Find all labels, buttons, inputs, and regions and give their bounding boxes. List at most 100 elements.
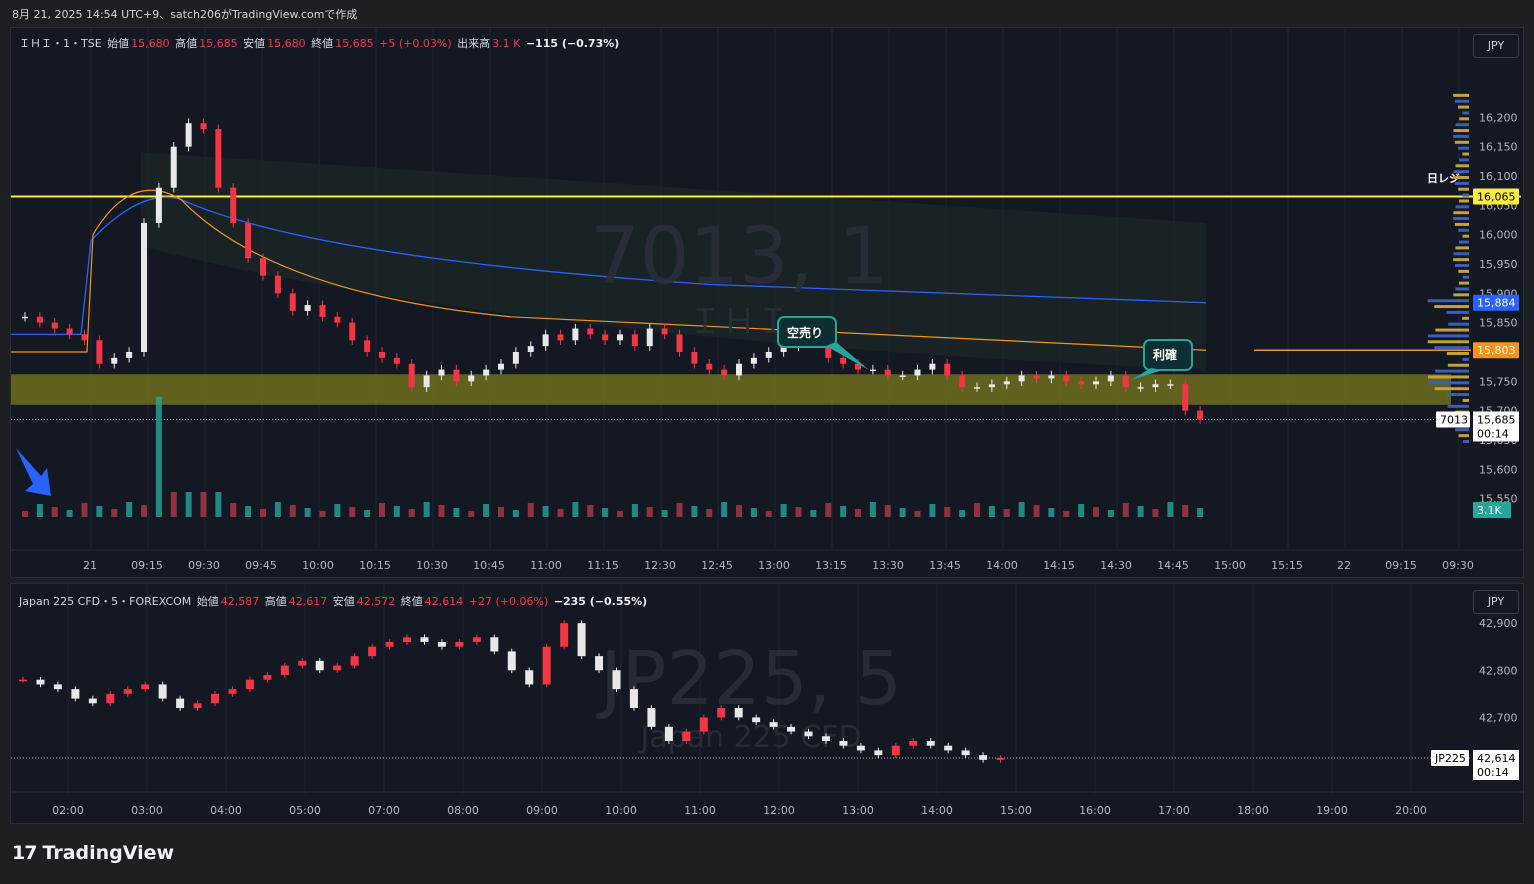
- ihi-volume-profile-bar: [1427, 299, 1469, 303]
- ihi-x-tick: 15:00: [1214, 559, 1246, 572]
- jp225-close: 42,614: [424, 595, 464, 608]
- jp225-watermark: JP225, 5: [596, 636, 902, 722]
- ihi-candle-body: [185, 123, 192, 147]
- ihi-low-label: 安値: [243, 37, 266, 50]
- ihi-volume-bar: [706, 509, 713, 517]
- ihi-candle-body: [379, 352, 385, 358]
- jp225-symbol[interactable]: Japan 225 CFD・5・FOREXCOM: [19, 595, 191, 608]
- jp225-high: 42,617: [288, 595, 328, 608]
- ihi-x-tick: 09:15: [1385, 559, 1417, 572]
- jp225-candle-body: [176, 698, 185, 708]
- ihi-candle-body: [988, 384, 995, 388]
- ihi-symbol[interactable]: ＩＨＩ・1・TSE: [19, 37, 102, 50]
- ihi-candle-body: [1093, 381, 1099, 385]
- tradingview-logo[interactable]: 17 TradingView: [12, 842, 174, 864]
- ihi-candle-body: [959, 375, 966, 388]
- ihi-tag-ma: 15,803: [1477, 344, 1516, 357]
- ihi-candle-body: [587, 328, 594, 335]
- ihi-volume-bar: [959, 510, 966, 517]
- ihi-change: +5 (+0.03%): [379, 37, 452, 50]
- ihi-volume-bar: [602, 508, 609, 517]
- ihi-x-tick: 11:00: [530, 559, 562, 572]
- ihi-volume-bar: [691, 506, 698, 517]
- ihi-volume-bar: [765, 511, 772, 517]
- ihi-volume-profile-bar: [1458, 105, 1469, 109]
- ihi-volume-profile-bar: [1458, 228, 1469, 232]
- ihi-support-zone: [11, 374, 1451, 405]
- ihi-volume-bar: [438, 505, 445, 517]
- ihi-chart-canvas[interactable]: 7013, 1ＩＨＩ空売り利確日レジ16,20016,15016,10016,0…: [11, 28, 1523, 577]
- ihi-x-tick: 14:00: [986, 559, 1018, 572]
- jp225-candle-body: [560, 623, 569, 647]
- ihi-candle-body: [66, 328, 73, 335]
- ihi-candle-body: [36, 316, 43, 323]
- ihi-candle-body: [170, 146, 177, 188]
- jp225-currency-button[interactable]: JPY: [1473, 590, 1519, 614]
- ihi-volume-bar: [944, 507, 951, 517]
- ihi-x-tick: 12:45: [701, 559, 733, 572]
- jp225-candle-body: [839, 741, 848, 746]
- ihi-volume-bar: [974, 503, 980, 517]
- jp225-x-tick: 07:00: [368, 804, 400, 817]
- ihi-volume-bar: [750, 508, 757, 517]
- jp225-chart-canvas[interactable]: JP225, 5Japan 225 CFD42,90042,80042,7004…: [11, 584, 1523, 823]
- ihi-x-tick: 14:15: [1043, 559, 1075, 572]
- ihi-volume-bar: [1003, 509, 1010, 517]
- jp225-tag-countdown: 00:14: [1477, 766, 1509, 779]
- ihi-candle-body: [1122, 375, 1129, 388]
- ihi-candle-body: [557, 334, 564, 341]
- ihi-volume-bar: [1018, 502, 1025, 517]
- ihi-volume-bar: [899, 508, 906, 517]
- jp225-candle-body: [350, 656, 359, 666]
- ihi-x-tick: 11:15: [587, 559, 619, 572]
- ihi-candle-body: [1137, 387, 1144, 389]
- ihi-candle-body: [289, 293, 296, 311]
- ihi-candle-body: [914, 369, 921, 376]
- jp225-candle-body: [926, 741, 935, 746]
- ihi-candle-body: [364, 340, 371, 352]
- jp225-x-tick: 16:00: [1079, 804, 1111, 817]
- ihi-volume-bar: [825, 503, 832, 517]
- jp225-candle-body: [717, 708, 726, 718]
- ihi-candle-body: [126, 352, 133, 358]
- jp225-y-tick: 42,800: [1479, 664, 1518, 677]
- ihi-x-tick: 09:30: [1442, 559, 1474, 572]
- ihi-x-tick: 15:15: [1271, 559, 1303, 572]
- jp225-candle-body: [979, 755, 988, 760]
- ihi-volume-bar: [1182, 505, 1189, 517]
- ihi-volume-bar: [141, 505, 147, 517]
- ihi-volume-profile-bar: [1453, 170, 1469, 174]
- jp225-candle-body: [19, 679, 27, 682]
- ihi-volume-bar: [36, 504, 43, 517]
- ihi-open: 15,680: [131, 37, 170, 50]
- ihi-chart-pane[interactable]: 7013, 1 ＩＨＩ 空売り 利確 日レジ 16,200 16,150 16,100 16,0…: [10, 27, 1524, 578]
- ihi-currency-button[interactable]: JPY: [1473, 34, 1519, 58]
- ihi-x-tick: 14:45: [1157, 559, 1189, 572]
- ihi-volume-profile-bar: [1447, 393, 1469, 397]
- ihi-volume-profile-bar: [1459, 117, 1469, 121]
- ihi-volume-bar: [884, 505, 891, 517]
- ihi-high-label: 高値: [175, 37, 198, 50]
- ihi-candle-body: [1063, 375, 1070, 382]
- jp225-candle-body: [612, 670, 621, 690]
- ihi-volume-bar: [617, 511, 623, 517]
- jp225-candle-body: [298, 660, 307, 666]
- ihi-volume-profile-bar: [1435, 328, 1469, 332]
- jp225-candle-body: [88, 698, 97, 704]
- ihi-volume-profile-bar: [1447, 363, 1469, 367]
- jp225-candle-body: [228, 689, 237, 694]
- ihi-volume-profile-bar: [1462, 111, 1469, 115]
- ihi-x-tick: 10:00: [302, 559, 334, 572]
- jp225-chart-pane[interactable]: JP225, 5 Japan 225 CFD 42,900 42,800 42,700 4…: [10, 583, 1524, 824]
- ihi-volume-bar: [200, 492, 207, 517]
- ihi-volume-profile-bar: [1462, 193, 1469, 197]
- ihi-volume-profile-bar: [1462, 398, 1469, 402]
- ihi-volume-profile-bar: [1453, 258, 1469, 262]
- jp225-day-change: −235 (−0.55%): [553, 595, 648, 608]
- jp225-y-tick: 42,900: [1479, 617, 1518, 630]
- ihi-volume-profile-bar: [1435, 369, 1469, 373]
- ihi-tag-resistance: 16,065: [1477, 191, 1516, 204]
- ihi-candle-body: [141, 222, 147, 352]
- ihi-volume-profile-bar: [1455, 164, 1469, 168]
- ihi-candle-body: [512, 352, 519, 364]
